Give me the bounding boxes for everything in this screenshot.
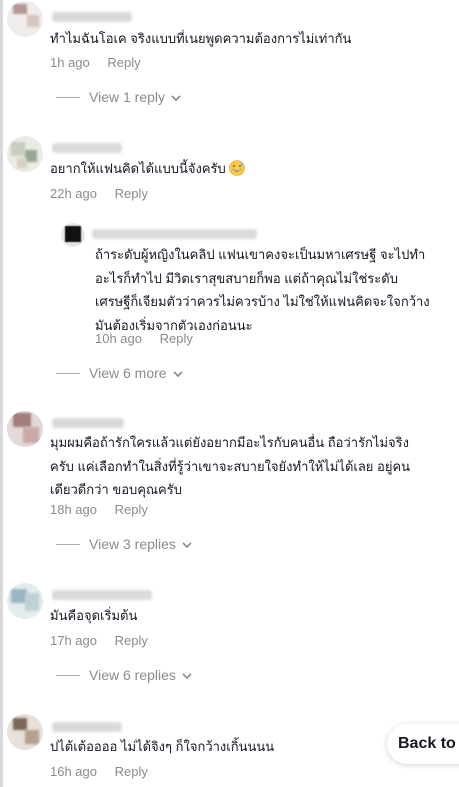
reply-button[interactable]: Reply <box>115 764 148 779</box>
username-blurred[interactable] <box>52 12 132 22</box>
comment-meta: 1h ago Reply <box>50 55 155 70</box>
comment-meta: 16h ago Reply <box>50 764 162 779</box>
comment-text: ปไต้เต้ออออ ไม่ได้จิงๆ ก็ใจกว้างเกิ้นนนน <box>50 739 275 754</box>
view-replies-button[interactable]: View 6 replies <box>56 667 192 683</box>
reply-button[interactable]: Reply <box>160 331 193 346</box>
username-blurred[interactable] <box>52 418 124 428</box>
view-replies-button[interactable]: View 3 replies <box>56 536 192 552</box>
avatar[interactable] <box>7 411 43 447</box>
timestamp: 22h ago <box>50 186 97 201</box>
avatar[interactable] <box>7 714 43 750</box>
divider-line <box>56 372 80 374</box>
view-replies-label: View 6 replies <box>89 667 176 683</box>
chevron-down-icon <box>182 667 192 683</box>
view-more-button[interactable]: View 6 more <box>56 365 183 381</box>
view-replies-button[interactable]: View 1 reply <box>56 89 181 105</box>
reply-button[interactable]: Reply <box>115 502 148 517</box>
avatar[interactable] <box>7 1 43 37</box>
comment-meta: 18h ago Reply <box>50 502 162 517</box>
reply-button[interactable]: Reply <box>115 186 148 201</box>
divider-line <box>56 543 80 545</box>
view-more-label: View 6 more <box>89 365 167 381</box>
view-replies-label: View 1 reply <box>89 89 166 105</box>
chevron-down-icon <box>171 89 181 105</box>
username-blurred[interactable] <box>52 143 122 153</box>
comment-text: มุมผมคือถ้ารักใครแล้วแต่ยังอยากมีอะไรกับ… <box>50 435 411 497</box>
timestamp: 18h ago <box>50 502 97 517</box>
divider-line <box>56 674 80 676</box>
view-replies-label: View 3 replies <box>89 536 176 552</box>
username-blurred[interactable] <box>52 722 122 732</box>
reply-text: ถ้าระดับผู้หญิงในคลิป แฟนเขาคงจะเป็นมหาเ… <box>95 247 430 333</box>
timestamp: 1h ago <box>50 55 90 70</box>
comment-meta: 22h ago Reply <box>50 186 162 201</box>
back-to-button[interactable]: Back to <box>387 724 459 764</box>
timestamp: 17h ago <box>50 633 97 648</box>
divider-line <box>56 96 80 98</box>
comment-meta: 17h ago Reply <box>50 633 162 648</box>
avatar[interactable] <box>7 583 43 619</box>
comment-text: ทำไมฉันโอเค จริงแบบที่เนยพูดความต้องการไ… <box>50 31 352 46</box>
reply-meta: 10h ago Reply <box>95 331 207 346</box>
username-blurred[interactable] <box>92 229 257 239</box>
reply-button[interactable]: Reply <box>107 55 140 70</box>
comment-text: มันคือจุดเริ่มต้น <box>50 608 138 623</box>
chevron-down-icon <box>182 536 192 552</box>
back-to-label: Back to <box>398 735 456 752</box>
reply-button[interactable]: Reply <box>115 633 148 648</box>
avatar[interactable] <box>61 223 85 247</box>
chevron-down-icon <box>172 365 183 381</box>
scroll-track <box>0 0 3 787</box>
timestamp: 10h ago <box>95 331 142 346</box>
comment-text: อยากให้แฟนคิดได้แบบนี้จังครับ <box>50 157 246 181</box>
avatar[interactable] <box>7 136 43 172</box>
timestamp: 16h ago <box>50 764 97 779</box>
username-blurred[interactable] <box>52 590 152 600</box>
grinning-sweat-emoji <box>229 160 246 176</box>
